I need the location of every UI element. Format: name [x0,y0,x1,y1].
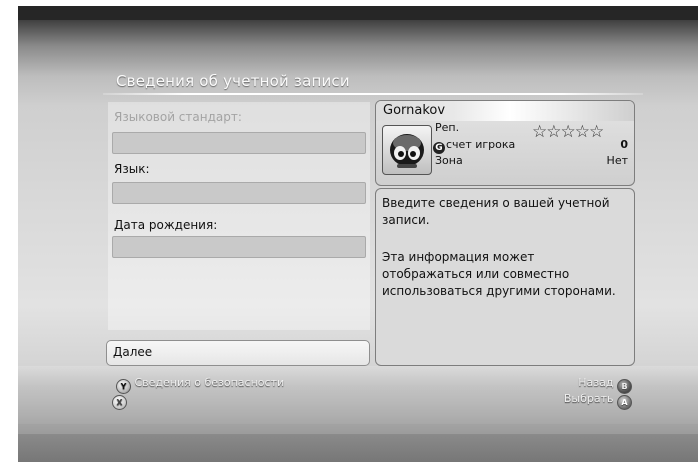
gamertag-bar: Gornakov [376,101,634,121]
gamerscore-icon: G [433,142,445,154]
locale-label: Языковой стандарт: [114,110,242,124]
security-info-action[interactable]: Y Сведения о безопасности [116,376,284,394]
bottom-strip [18,434,698,462]
security-info-label: Сведения о безопасности [134,376,285,389]
gamerscore-label: счет игрока [446,138,516,151]
zone-label: Зона [435,154,463,167]
x-button-icon: X [112,395,127,410]
info-text-2: Эта информация может отображаться или со… [382,250,616,298]
info-panel: Введите сведения о вашей учетной записи.… [375,188,635,366]
locale-field[interactable] [112,132,366,154]
select-label: Выбрать [563,392,614,405]
zone-value: Нет [606,154,628,167]
dashboard-screen: Сведения об учетной записи Языковой стан… [18,6,698,462]
gamerscore-row: Gсчет игрока [433,138,515,154]
helmet-avatar-icon [390,134,424,168]
a-button-icon: A [617,395,632,410]
info-text-1: Введите сведения о вашей учетной записи. [382,196,610,227]
language-field[interactable] [112,182,366,204]
gamerscore-value: 0 [620,138,628,151]
next-button-label: Далее [113,345,153,359]
birthdate-label: Дата рождения: [114,218,218,232]
rep-label: Реп. [435,121,460,134]
top-strip [18,6,698,20]
gamer-picture-avatar [382,125,432,175]
page-title: Сведения об учетной записи [116,72,350,90]
next-button[interactable]: Далее [106,340,370,366]
birthdate-field[interactable] [112,236,366,258]
rep-stars-icon: ☆☆☆☆☆ [532,122,604,142]
title-divider [103,93,643,95]
language-label: Язык: [114,162,150,176]
back-label: Назад [578,376,614,389]
select-action[interactable]: Выбрать A [564,392,632,410]
gamercard: Gornakov Реп. ☆☆☆☆☆ Gсчет игрока 0 Зона … [375,100,635,186]
gamertag: Gornakov [383,103,446,118]
x-action[interactable]: X [112,392,127,410]
